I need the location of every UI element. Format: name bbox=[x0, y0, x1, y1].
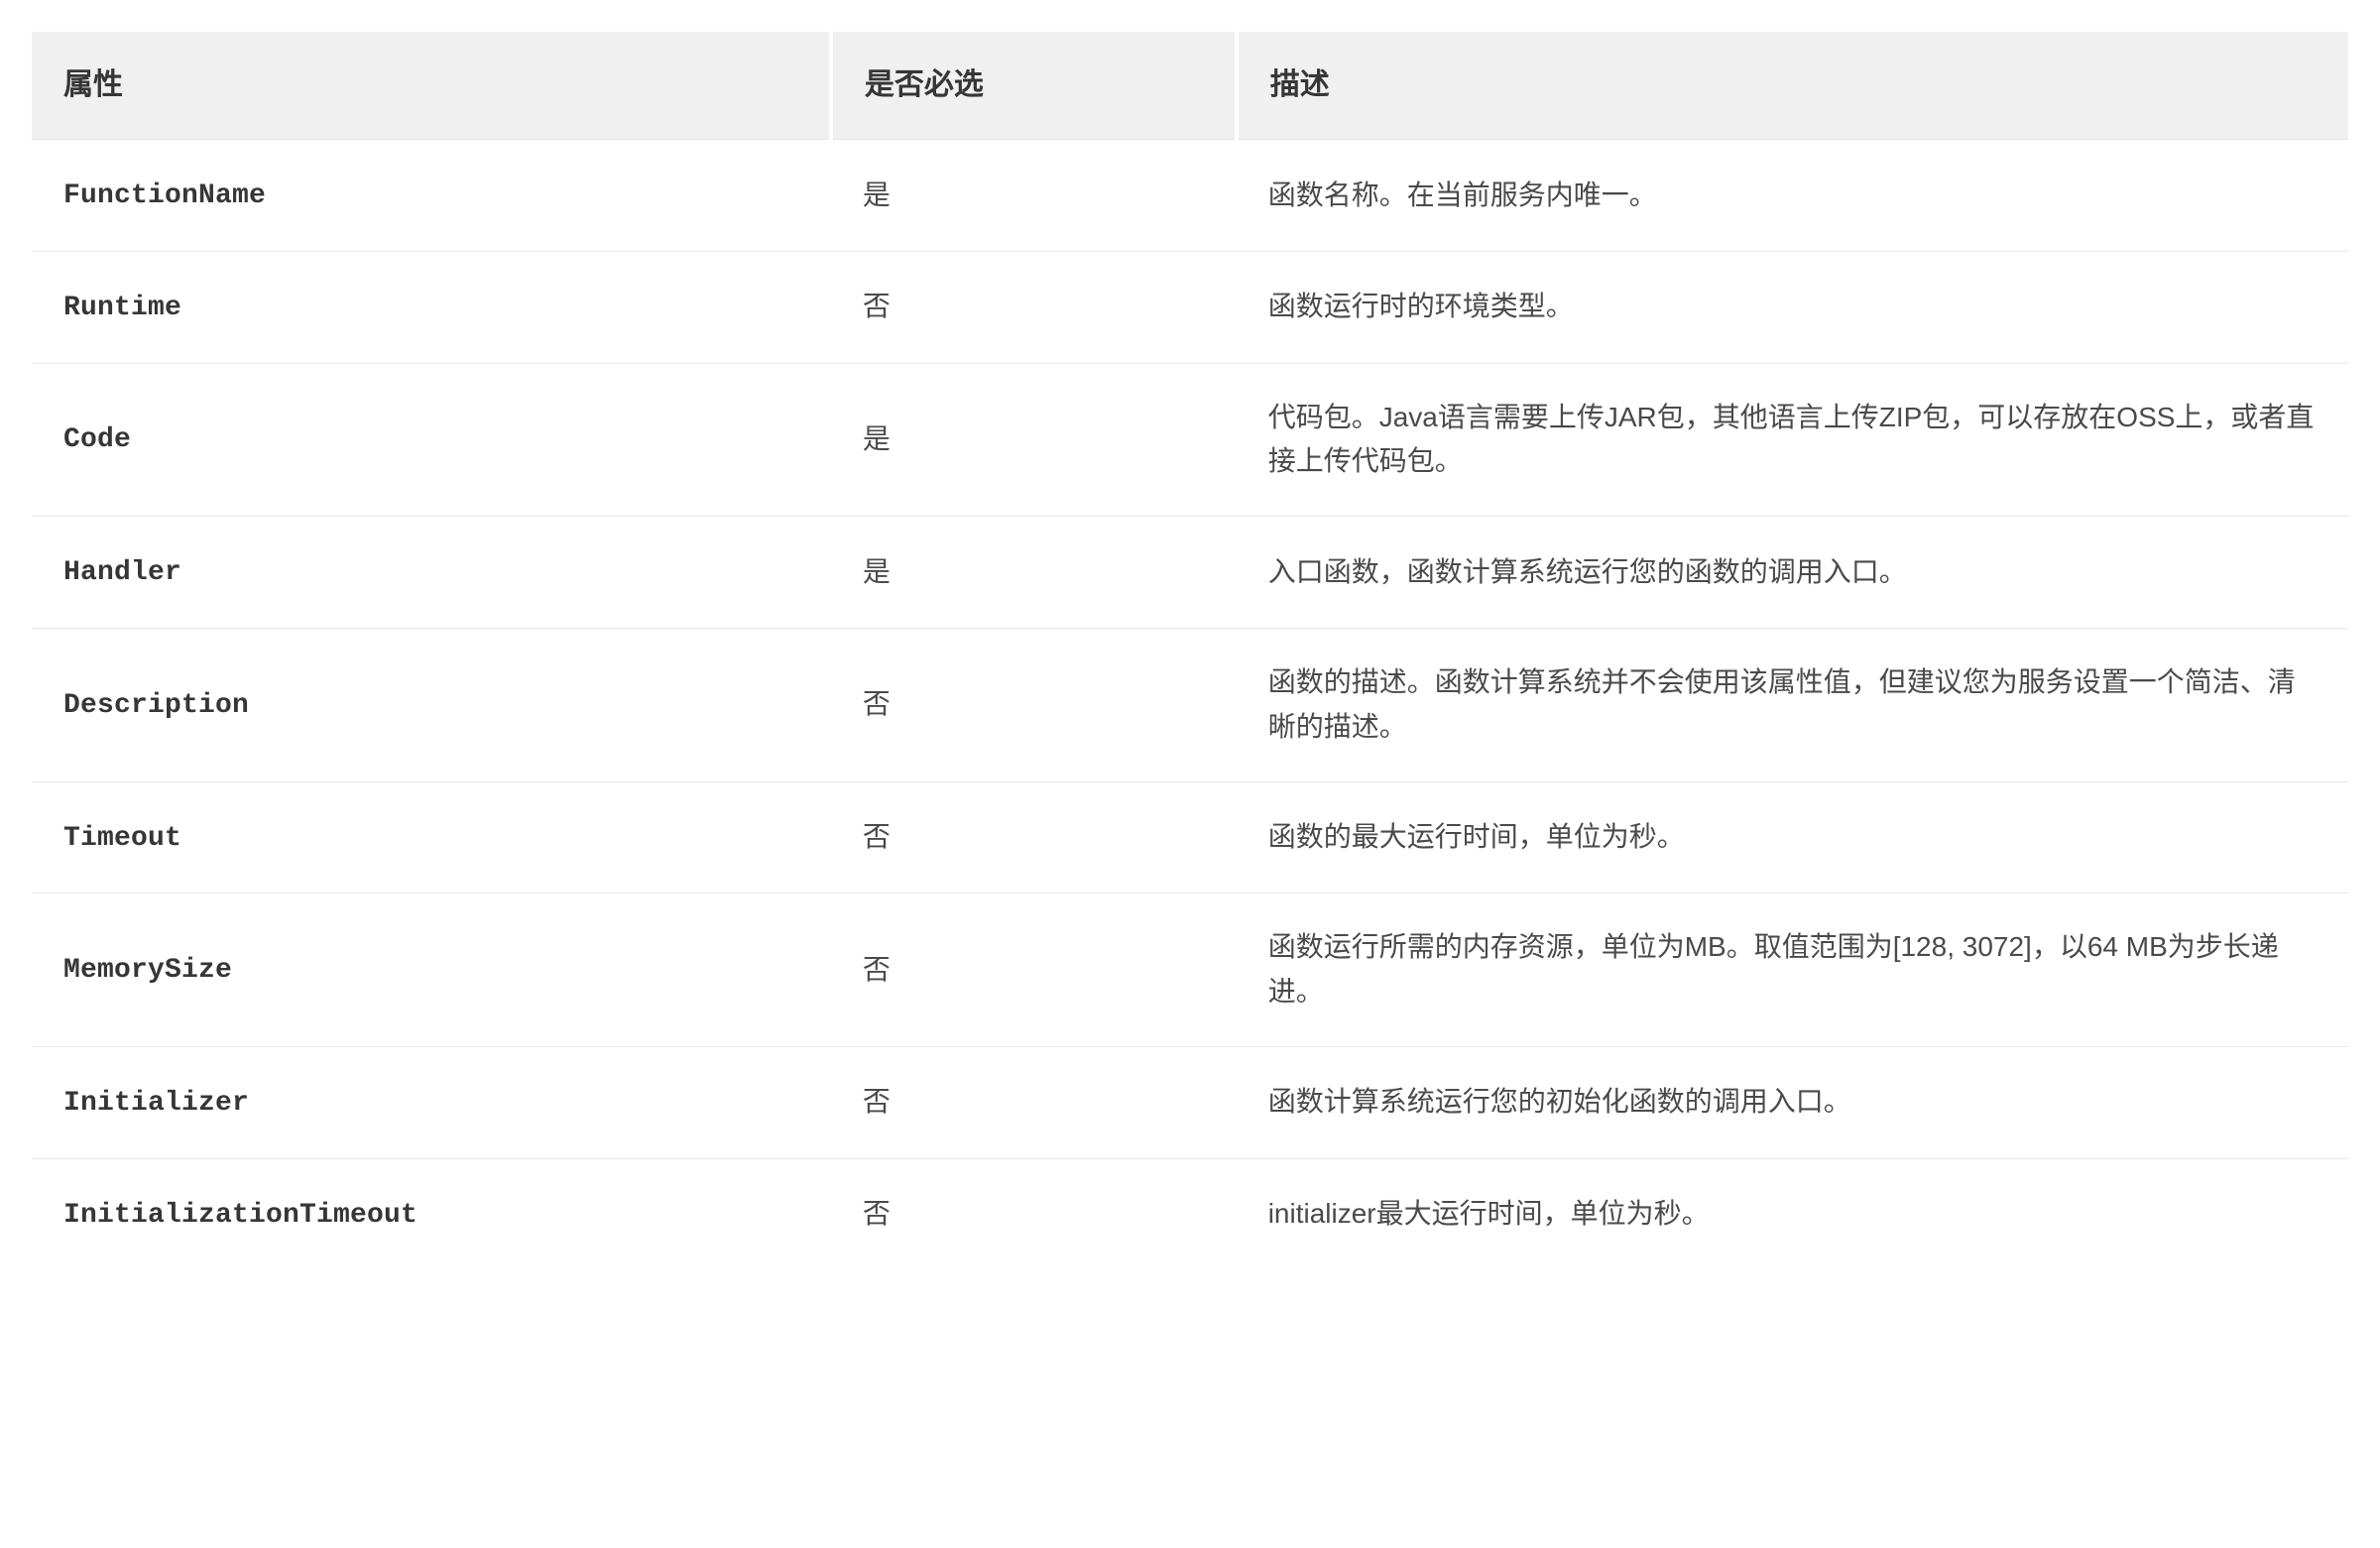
table-row: Runtime 否 函数运行时的环境类型。 bbox=[32, 251, 2348, 363]
attr-code: Initializer bbox=[63, 1088, 249, 1119]
cell-attribute: FunctionName bbox=[32, 140, 831, 252]
attr-code: InitializationTimeout bbox=[63, 1200, 417, 1231]
cell-description: 函数计算系统运行您的初始化函数的调用入口。 bbox=[1237, 1046, 2348, 1158]
table-row: Description 否 函数的描述。函数计算系统并不会使用该属性值，但建议您… bbox=[32, 628, 2348, 781]
attr-code: Handler bbox=[63, 557, 181, 588]
col-header-description: 描述 bbox=[1237, 32, 2348, 140]
cell-description: 代码包。Java语言需要上传JAR包，其他语言上传ZIP包，可以存放在OSS上，… bbox=[1237, 363, 2348, 517]
table-row: FunctionName 是 函数名称。在当前服务内唯一。 bbox=[32, 140, 2348, 252]
cell-required: 否 bbox=[831, 893, 1237, 1047]
cell-description: 入口函数，函数计算系统运行您的函数的调用入口。 bbox=[1237, 517, 2348, 629]
cell-required: 否 bbox=[831, 251, 1237, 363]
cell-description: 函数的描述。函数计算系统并不会使用该属性值，但建议您为服务设置一个简洁、清晰的描… bbox=[1237, 628, 2348, 781]
cell-attribute: Runtime bbox=[32, 251, 831, 363]
table-header-row: 属性 是否必选 描述 bbox=[32, 32, 2348, 140]
page-root: 属性 是否必选 描述 FunctionName 是 函数名称。在当前服务内唯一。… bbox=[0, 0, 2380, 1302]
table-body: FunctionName 是 函数名称。在当前服务内唯一。 Runtime 否 … bbox=[32, 140, 2348, 1270]
cell-required: 否 bbox=[831, 1046, 1237, 1158]
attr-code: MemorySize bbox=[63, 955, 232, 986]
cell-required: 否 bbox=[831, 628, 1237, 781]
table-row: Code 是 代码包。Java语言需要上传JAR包，其他语言上传ZIP包，可以存… bbox=[32, 363, 2348, 517]
cell-attribute: Description bbox=[32, 628, 831, 781]
cell-attribute: Handler bbox=[32, 517, 831, 629]
table-row: Timeout 否 函数的最大运行时间，单位为秒。 bbox=[32, 781, 2348, 893]
cell-description: 函数运行时的环境类型。 bbox=[1237, 251, 2348, 363]
table-row: Initializer 否 函数计算系统运行您的初始化函数的调用入口。 bbox=[32, 1046, 2348, 1158]
cell-required: 是 bbox=[831, 140, 1237, 252]
cell-description: 函数名称。在当前服务内唯一。 bbox=[1237, 140, 2348, 252]
attributes-table: 属性 是否必选 描述 FunctionName 是 函数名称。在当前服务内唯一。… bbox=[32, 32, 2348, 1270]
table-row: Handler 是 入口函数，函数计算系统运行您的函数的调用入口。 bbox=[32, 517, 2348, 629]
cell-description: 函数的最大运行时间，单位为秒。 bbox=[1237, 781, 2348, 893]
col-header-attribute: 属性 bbox=[32, 32, 831, 140]
cell-attribute: MemorySize bbox=[32, 893, 831, 1047]
cell-attribute: Timeout bbox=[32, 781, 831, 893]
cell-attribute: Code bbox=[32, 363, 831, 517]
col-header-required: 是否必选 bbox=[831, 32, 1237, 140]
attr-code: Runtime bbox=[63, 293, 181, 323]
cell-required: 是 bbox=[831, 517, 1237, 629]
attr-code: FunctionName bbox=[63, 180, 266, 211]
attr-code: Timeout bbox=[63, 823, 181, 854]
table-row: MemorySize 否 函数运行所需的内存资源，单位为MB。取值范围为[128… bbox=[32, 893, 2348, 1047]
cell-required: 否 bbox=[831, 781, 1237, 893]
cell-attribute: Initializer bbox=[32, 1046, 831, 1158]
cell-description: 函数运行所需的内存资源，单位为MB。取值范围为[128, 3072]，以64 M… bbox=[1237, 893, 2348, 1047]
cell-required: 否 bbox=[831, 1158, 1237, 1269]
cell-description: initializer最大运行时间，单位为秒。 bbox=[1237, 1158, 2348, 1269]
table-header: 属性 是否必选 描述 bbox=[32, 32, 2348, 140]
cell-required: 是 bbox=[831, 363, 1237, 517]
attr-code: Code bbox=[63, 424, 131, 455]
attr-code: Description bbox=[63, 690, 249, 721]
cell-attribute: InitializationTimeout bbox=[32, 1158, 831, 1269]
table-row: InitializationTimeout 否 initializer最大运行时… bbox=[32, 1158, 2348, 1269]
